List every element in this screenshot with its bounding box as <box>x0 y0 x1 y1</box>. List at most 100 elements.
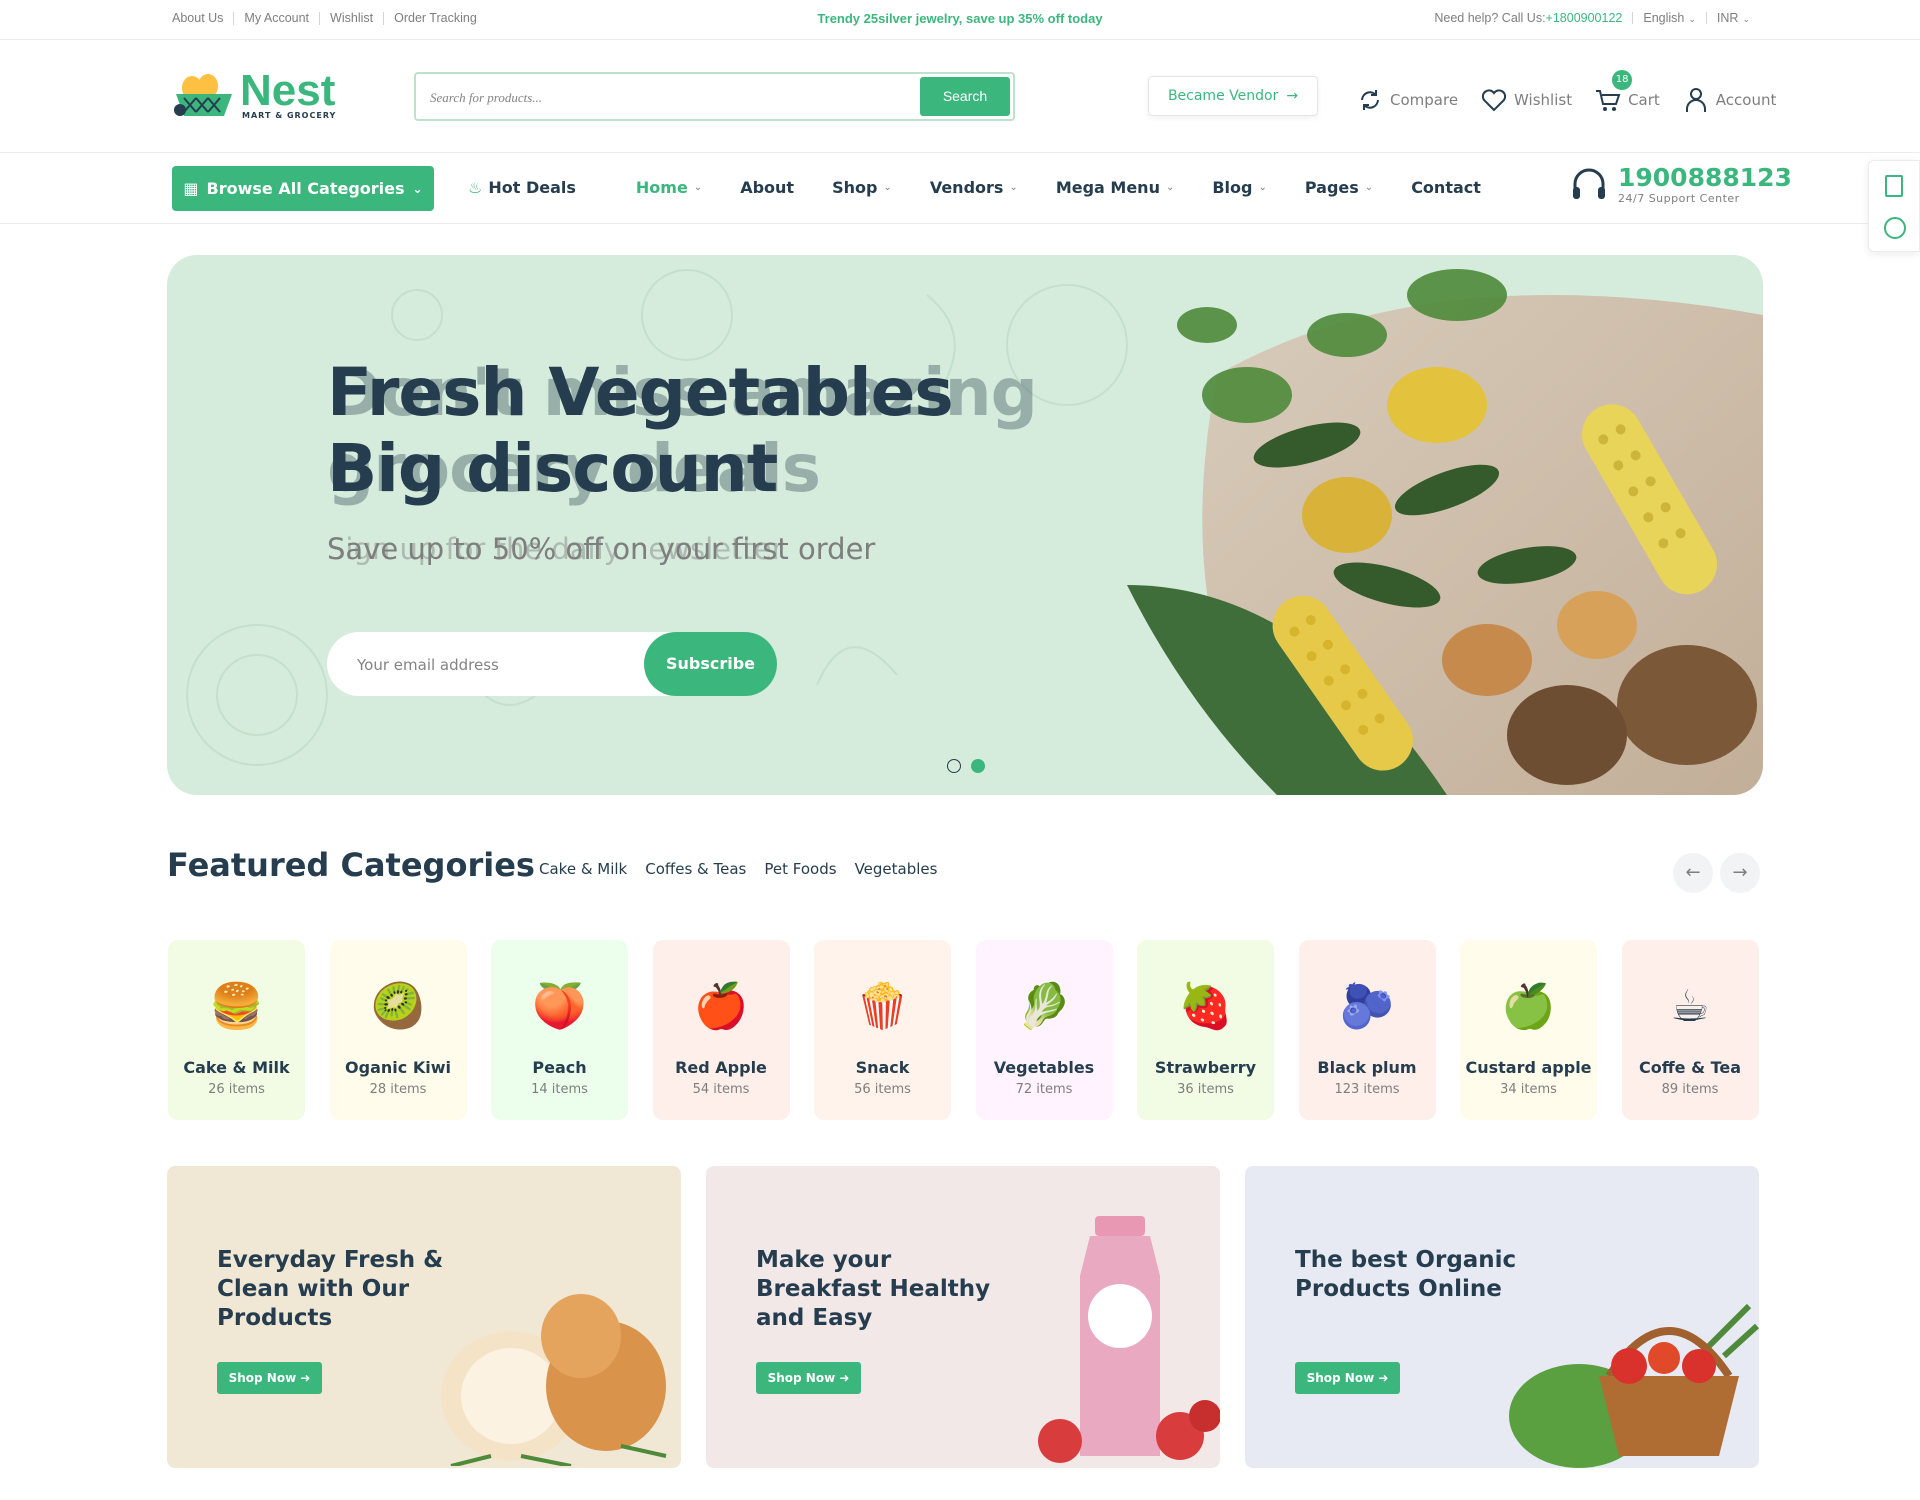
tab-cake-milk[interactable]: Cake & Milk <box>539 860 627 878</box>
language-select[interactable]: English ⌄ <box>1643 11 1696 25</box>
category-count: 14 items <box>531 1082 588 1097</box>
help-phone[interactable]: +1800900122 <box>1546 11 1623 25</box>
category-name: Vegetables <box>993 1058 1095 1077</box>
grid-icon: ▦ <box>183 179 199 198</box>
cabbage-icon: 🥬 <box>1016 981 1072 1032</box>
document-icon[interactable] <box>1885 175 1903 197</box>
subscribe-button[interactable]: Subscribe <box>644 632 777 696</box>
nav-home[interactable]: Home ⌄ <box>636 178 702 197</box>
email-input[interactable]: Your email address <box>357 656 499 674</box>
nav-mega-menu-label: Mega Menu <box>1055 178 1160 197</box>
nav-mega-menu[interactable]: Mega Menu ⌄ <box>1056 178 1175 197</box>
currency-label: INR <box>1716 11 1739 25</box>
nav-about-label: About <box>740 178 795 197</box>
category-card[interactable]: 🍿 Snack 56 items <box>814 940 951 1120</box>
language-label: English <box>1643 11 1685 25</box>
support-label: 24/7 Support Center <box>1618 192 1740 205</box>
wishlist-link[interactable]: Wishlist <box>1480 86 1572 114</box>
promo-banner-1[interactable]: Everyday Fresh & Clean with Our Products… <box>167 1166 681 1468</box>
category-card[interactable]: 🍏 Custard apple 34 items <box>1460 940 1597 1120</box>
side-tools <box>1868 160 1920 252</box>
promo-banner-2[interactable]: Make your Breakfast Healthy and Easy Sho… <box>706 1166 1220 1468</box>
currency-select[interactable]: INR ⌄ <box>1717 11 1750 25</box>
prev-arrow-button[interactable]: ← <box>1673 853 1713 893</box>
juice-bottle-image <box>1020 1216 1220 1468</box>
nav-shop[interactable]: Shop ⌄ <box>832 178 892 197</box>
support-number: 1900888123 <box>1618 163 1792 192</box>
nav-hot-deals[interactable]: ♨ Hot Deals <box>468 178 576 197</box>
search-bar: Search for products... Search <box>414 72 1015 121</box>
category-count: 56 items <box>854 1082 911 1097</box>
tab-pet-foods[interactable]: Pet Foods <box>764 860 836 878</box>
shop-now-label: Shop Now <box>767 1371 836 1385</box>
category-count: 36 items <box>1177 1082 1234 1097</box>
settings-icon[interactable] <box>1884 217 1906 239</box>
kiwi-icon: 🥝 <box>370 981 426 1032</box>
nav-about[interactable]: About <box>740 178 794 197</box>
category-card[interactable]: 🍔 Cake & Milk 26 items <box>168 940 305 1120</box>
category-count: 28 items <box>369 1082 427 1097</box>
chevron-down-icon: ⌄ <box>1688 14 1696 24</box>
category-card[interactable]: ☕ Coffe & Tea 89 items <box>1621 940 1759 1120</box>
browse-label: Browse All Categories <box>206 179 405 198</box>
search-input[interactable]: Search for products... <box>430 90 542 106</box>
divider <box>1632 12 1634 24</box>
nav-pages[interactable]: Pages ⌄ <box>1305 178 1373 197</box>
chevron-down-icon: ⌄ <box>1364 182 1374 193</box>
nav-contact[interactable]: Contact <box>1411 178 1481 197</box>
support-contact[interactable]: 1900888123 24/7 Support Center <box>1570 164 1792 205</box>
snack-icon: 🍿 <box>855 981 910 1032</box>
become-vendor-label: Became Vendor <box>1167 88 1279 104</box>
tab-vegetables[interactable]: Vegetables <box>855 860 938 878</box>
category-name: Strawberry <box>1154 1058 1257 1077</box>
nav-vendors[interactable]: Vendors ⌄ <box>930 178 1018 197</box>
logo[interactable]: Nest MART & GROCERY <box>170 65 337 120</box>
vegetable-basket-image <box>1499 1286 1759 1468</box>
category-count: 26 items <box>208 1082 265 1097</box>
cart-label: Cart <box>1628 91 1660 109</box>
category-card[interactable]: 🥝 Oganic Kiwi 28 items <box>329 940 467 1120</box>
chevron-down-icon: ⌄ <box>693 182 703 193</box>
help-prefix: Need help? Call Us: <box>1434 11 1546 25</box>
account-link[interactable]: Account <box>1682 86 1776 114</box>
logo-word: Nest <box>240 65 336 115</box>
category-card[interactable]: 🍑 Peach 14 items <box>491 940 628 1120</box>
banner-2-shop-now-button[interactable]: Shop Now ➜ <box>756 1362 861 1394</box>
search-button[interactable]: Search <box>920 77 1010 116</box>
category-name: Cake & Milk <box>183 1058 290 1077</box>
category-name: Red Apple <box>675 1058 767 1077</box>
nav-blog[interactable]: Blog ⌄ <box>1212 178 1267 197</box>
hero-slider: Don't miss amazing grocery deals Fresh Ve… <box>167 255 1763 795</box>
cart-link[interactable]: 18 Cart <box>1594 70 1660 114</box>
compare-link[interactable]: Compare <box>1356 86 1458 114</box>
promo-banner-3[interactable]: The best Organic Products Online Shop No… <box>1245 1166 1759 1468</box>
help-text: Need help? Call Us:+1800900122 <box>1434 11 1622 25</box>
category-card[interactable]: 🍓 Strawberry 36 items <box>1137 940 1274 1120</box>
next-arrow-button[interactable]: → <box>1720 853 1760 893</box>
category-card[interactable]: 🥬 Vegetables 72 items <box>975 940 1113 1120</box>
custard-apple-icon: 🍏 <box>1501 981 1556 1032</box>
chevron-down-icon: ⌄ <box>1009 182 1018 193</box>
arrow-left-icon: ← <box>1685 862 1701 883</box>
category-card[interactable]: 🍎 Red Apple 54 items <box>652 940 790 1120</box>
headset-icon <box>1573 168 1605 199</box>
category-card[interactable]: 🫐 Black plum 123 items <box>1298 940 1436 1120</box>
wishlist-label: Wishlist <box>1514 91 1573 109</box>
category-name: Oganic Kiwi <box>345 1058 451 1077</box>
slider-dot-2[interactable] <box>971 759 985 773</box>
banner-3-shop-now-button[interactable]: Shop Now ➜ <box>1295 1362 1400 1394</box>
nav-contact-label: Contact <box>1411 178 1481 197</box>
tab-coffes-teas[interactable]: Coffes & Teas <box>645 860 746 878</box>
shop-now-label: Shop Now <box>228 1371 297 1385</box>
become-vendor-button[interactable]: Became Vendor → <box>1148 76 1318 116</box>
category-name: Black plum <box>1317 1058 1417 1077</box>
featured-tabs: Cake & Milk Coffes & Teas Pet Foods Vege… <box>539 860 937 878</box>
browse-categories-button[interactable]: ▦ Browse All Categories ⌄ <box>172 166 434 211</box>
newsletter-form: Your email address Subscribe <box>327 632 777 696</box>
arrow-right-icon: → <box>1286 88 1299 104</box>
slider-dot-1[interactable] <box>947 759 961 773</box>
logo-subtitle: MART & GROCERY <box>242 110 337 120</box>
banner-1-shop-now-button[interactable]: Shop Now ➜ <box>217 1362 322 1394</box>
heart-icon <box>1481 89 1507 112</box>
basket-logo-icon <box>174 74 232 116</box>
